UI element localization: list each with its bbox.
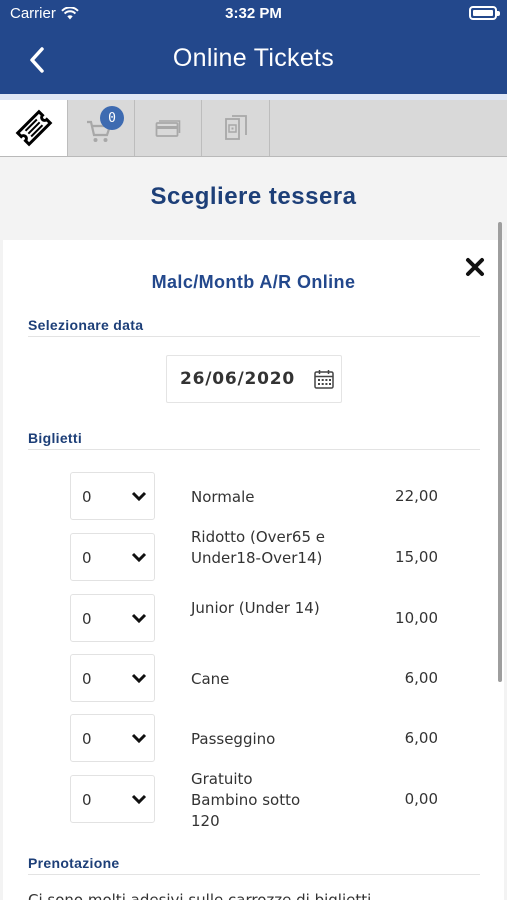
page-title: Scegliere tessera — [150, 183, 357, 210]
tab-tickets[interactable] — [0, 100, 68, 156]
ticket-name: Normale — [191, 488, 255, 506]
credit-card-icon — [155, 120, 181, 137]
ticket-row: 0 Passeggino 6,00 — [0, 708, 507, 768]
quantity-value: 0 — [82, 670, 92, 688]
chevron-down-icon — [131, 794, 147, 805]
cart-badge: 0 — [100, 106, 124, 130]
tab-cart[interactable]: 0 — [68, 100, 135, 156]
calendar-icon — [314, 370, 334, 389]
date-section-label: Selezionare data — [28, 317, 144, 333]
chevron-down-icon — [131, 613, 147, 624]
chevron-down-icon — [131, 491, 147, 502]
booking-section-label: Prenotazione — [28, 855, 120, 871]
ticket-name: Gratuito Bambino sotto 120 — [191, 770, 301, 830]
quantity-value: 0 — [82, 730, 92, 748]
status-time: 3:32 PM — [225, 5, 282, 22]
quantity-select[interactable]: 0 — [70, 714, 155, 762]
status-bar: Carrier 3:32 PM — [0, 0, 507, 28]
tab-bar: 0 — [0, 100, 507, 157]
receipt-icon — [224, 115, 247, 140]
quantity-select[interactable]: 0 — [70, 594, 155, 642]
booking-text: Ci sono molti adesivi sulle carrozze di … — [28, 891, 372, 900]
scrollbar[interactable] — [498, 222, 502, 682]
quantity-select[interactable]: 0 — [70, 472, 155, 520]
quantity-value: 0 — [82, 488, 92, 506]
ticket-price: 22,00 — [395, 487, 438, 505]
chevron-down-icon — [131, 673, 147, 684]
date-value: 26/06/2020 — [180, 369, 296, 389]
chevron-down-icon — [131, 733, 147, 744]
section-divider — [28, 874, 480, 875]
ticket-row: 0 Cane 6,00 — [0, 648, 507, 708]
quantity-select[interactable]: 0 — [70, 775, 155, 823]
ticket-row: 0 Gratuito Bambino sotto 120 0,00 — [0, 769, 507, 830]
tickets-section-label: Biglietti — [28, 430, 83, 446]
chevron-down-icon — [131, 552, 147, 563]
quantity-value: 0 — [82, 549, 92, 567]
ticket-price: 6,00 — [404, 669, 438, 687]
quantity-value: 0 — [82, 610, 92, 628]
ticket-name: Junior (Under 14) — [191, 599, 320, 617]
tab-payment[interactable] — [135, 100, 202, 156]
ticket-row: 0 Normale 22,00 — [0, 466, 507, 526]
battery-icon — [469, 6, 500, 20]
ticket-price: 6,00 — [404, 729, 438, 747]
ticket-row: 0 Ridotto (Over65 e Under18-Over14) 15,0… — [0, 527, 507, 587]
ticket-price: 10,00 — [395, 609, 438, 627]
app-header: Carrier 3:32 PM Online Tickets — [0, 0, 507, 100]
ticket-price: 15,00 — [395, 548, 438, 566]
nav-title: Online Tickets — [172, 44, 335, 72]
quantity-select[interactable]: 0 — [70, 533, 155, 581]
quantity-select[interactable]: 0 — [70, 654, 155, 702]
ticket-name: Cane — [191, 670, 230, 688]
section-divider — [28, 449, 480, 450]
ticket-price: 0,00 — [404, 790, 438, 808]
quantity-value: 0 — [82, 791, 92, 809]
ticket-name: Passeggino — [191, 730, 276, 748]
section-divider — [28, 336, 480, 337]
ticket-icon — [15, 109, 52, 147]
ticket-name: Ridotto (Over65 e Under18-Over14) — [191, 528, 326, 567]
date-picker[interactable]: 26/06/2020 — [166, 355, 342, 403]
ticket-row: 0 Junior (Under 14) 10,00 — [0, 588, 507, 648]
card-title: Malc/Montb A/R Online — [151, 272, 356, 292]
tab-receipt[interactable] — [202, 100, 270, 156]
